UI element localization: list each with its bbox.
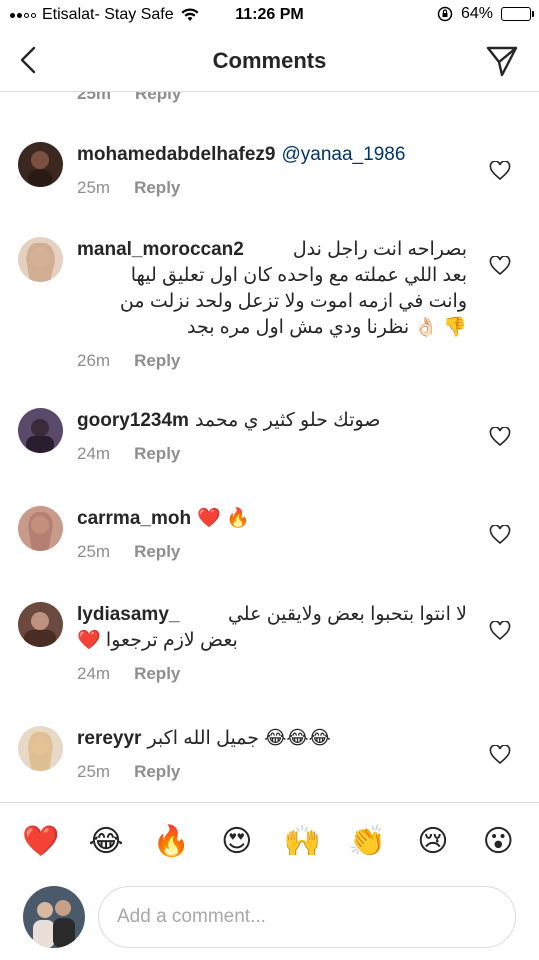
comment-time: 25m [77, 178, 111, 197]
comment-body: rereyyr جميل الله اكبر 😂😂😂 25m Reply [77, 726, 467, 782]
direct-send-icon[interactable] [485, 44, 519, 78]
comment-meta: 24m Reply [77, 664, 467, 684]
reply-button[interactable]: Reply [134, 664, 180, 684]
emoji-fire[interactable]: 🔥 [149, 826, 193, 857]
emoji-raising-hands[interactable]: 🙌 [280, 826, 324, 857]
reply-button[interactable]: Reply [135, 92, 181, 104]
like-heart-icon[interactable] [489, 161, 511, 181]
like-heart-icon[interactable] [489, 621, 511, 641]
comment-meta: 25m Reply [77, 178, 467, 198]
comment-message: ❤️ 🔥 [197, 508, 250, 529]
comment-time: 25m [77, 762, 111, 781]
header: Comments [0, 32, 539, 92]
comment-body: mohamedabdelhafez9 @yanaa_1986 25m Reply [77, 142, 467, 198]
avatar[interactable] [18, 142, 63, 187]
comment-username[interactable]: rereyyr [77, 728, 141, 749]
comment-username[interactable]: lydiasamy_ [77, 604, 179, 625]
reply-button[interactable]: Reply [134, 178, 180, 198]
comment-body: goory1234m صوتك حلو كثير ي محمد 24m Reply [77, 408, 467, 464]
comment-line: بعد اللي عملته مع واحده كان اول تعليق لي… [130, 265, 467, 286]
battery-percent: 64% [460, 5, 493, 22]
emoji-heart-eyes[interactable]: 😍 [215, 826, 259, 857]
comment-message: صوتك حلو كثير ي محمد [194, 410, 381, 431]
battery-icon [501, 7, 534, 21]
comment-body: carrma_moh ❤️ 🔥 25m Reply [77, 506, 467, 562]
reply-button[interactable]: Reply [134, 762, 180, 782]
comment-message: جميل الله اكبر 😂😂😂 [147, 728, 331, 749]
comment-meta: 25m Reply [77, 762, 467, 782]
comment-username[interactable]: manal_moroccan2 [77, 239, 244, 260]
emoji-red-heart[interactable]: ❤️ [19, 826, 63, 857]
status-bar: Etisalat- Stay Safe 11:26 PM 64% [0, 0, 539, 32]
comment-meta: 26m Reply [77, 351, 467, 371]
current-user-avatar [23, 886, 85, 948]
comment-time: 24m [77, 664, 111, 683]
comment-mention[interactable]: @yanaa_1986 [282, 144, 406, 165]
reply-button[interactable]: Reply [134, 542, 180, 562]
status-right: 64% [437, 5, 534, 23]
comment-username[interactable]: goory1234m [77, 410, 189, 431]
comment-meta: 25m Reply [77, 542, 467, 562]
partial-comment-meta: 25m Reply [77, 92, 181, 104]
like-heart-icon[interactable] [489, 427, 511, 447]
emoji-clapping-hands[interactable]: 👏 [346, 826, 390, 857]
rotation-lock-icon [437, 6, 453, 22]
avatar[interactable] [18, 602, 63, 647]
avatar[interactable] [18, 506, 63, 551]
comments-list[interactable]: 25m Reply mohamedabdelhafez9 @yanaa_1986 … [0, 92, 539, 802]
comment-line: بعض لازم ترجعوا ❤️ [77, 630, 238, 651]
quick-emoji-bar: ❤️ 😂 🔥 😍 🙌 👏 😢 😮 [0, 802, 539, 880]
comment-line: 👎 👌🏻 نظرنا ودي مش اول مره بجد [186, 317, 467, 338]
emoji-crying-face[interactable]: 😢 [411, 826, 455, 857]
comment-time: 26m [77, 351, 111, 370]
comment-text: rereyyr جميل الله اكبر 😂😂😂 [77, 726, 467, 752]
avatar[interactable] [18, 726, 63, 771]
comment-text: mohamedabdelhafez9 @yanaa_1986 [77, 142, 467, 168]
like-heart-icon[interactable] [489, 745, 511, 765]
comment-compose-bar [0, 880, 539, 960]
like-heart-icon[interactable] [489, 256, 511, 276]
avatar[interactable] [18, 237, 63, 282]
comment-text: goory1234m صوتك حلو كثير ي محمد [77, 408, 467, 434]
add-comment-input[interactable] [98, 886, 516, 948]
comment-body: lydiasamy_ لا انتوا بتحبوا بعض ولايقين ع… [77, 602, 467, 684]
comment-time: 25m [77, 92, 112, 103]
emoji-tears-of-joy[interactable]: 😂 [84, 826, 128, 857]
comment-time: 25m [77, 542, 111, 561]
comment-body: manal_moroccan2 بصراحه انت راجل ندل بعد … [77, 237, 467, 371]
like-heart-icon[interactable] [489, 525, 511, 545]
reply-button[interactable]: Reply [134, 351, 180, 371]
comment-username[interactable]: carrma_moh [77, 508, 191, 529]
comment-line: وانت في ازمه اموت ولا تزعل ولحد نزلت من [119, 291, 467, 312]
avatar[interactable] [18, 408, 63, 453]
comment-username[interactable]: mohamedabdelhafez9 [77, 144, 276, 165]
reply-button[interactable]: Reply [134, 444, 180, 464]
comment-time: 24m [77, 444, 111, 463]
comment-meta: 24m Reply [77, 444, 467, 464]
page-title: Comments [212, 48, 327, 73]
emoji-open-mouth[interactable]: 😮 [476, 826, 520, 857]
comment-text: carrma_moh ❤️ 🔥 [77, 506, 467, 532]
